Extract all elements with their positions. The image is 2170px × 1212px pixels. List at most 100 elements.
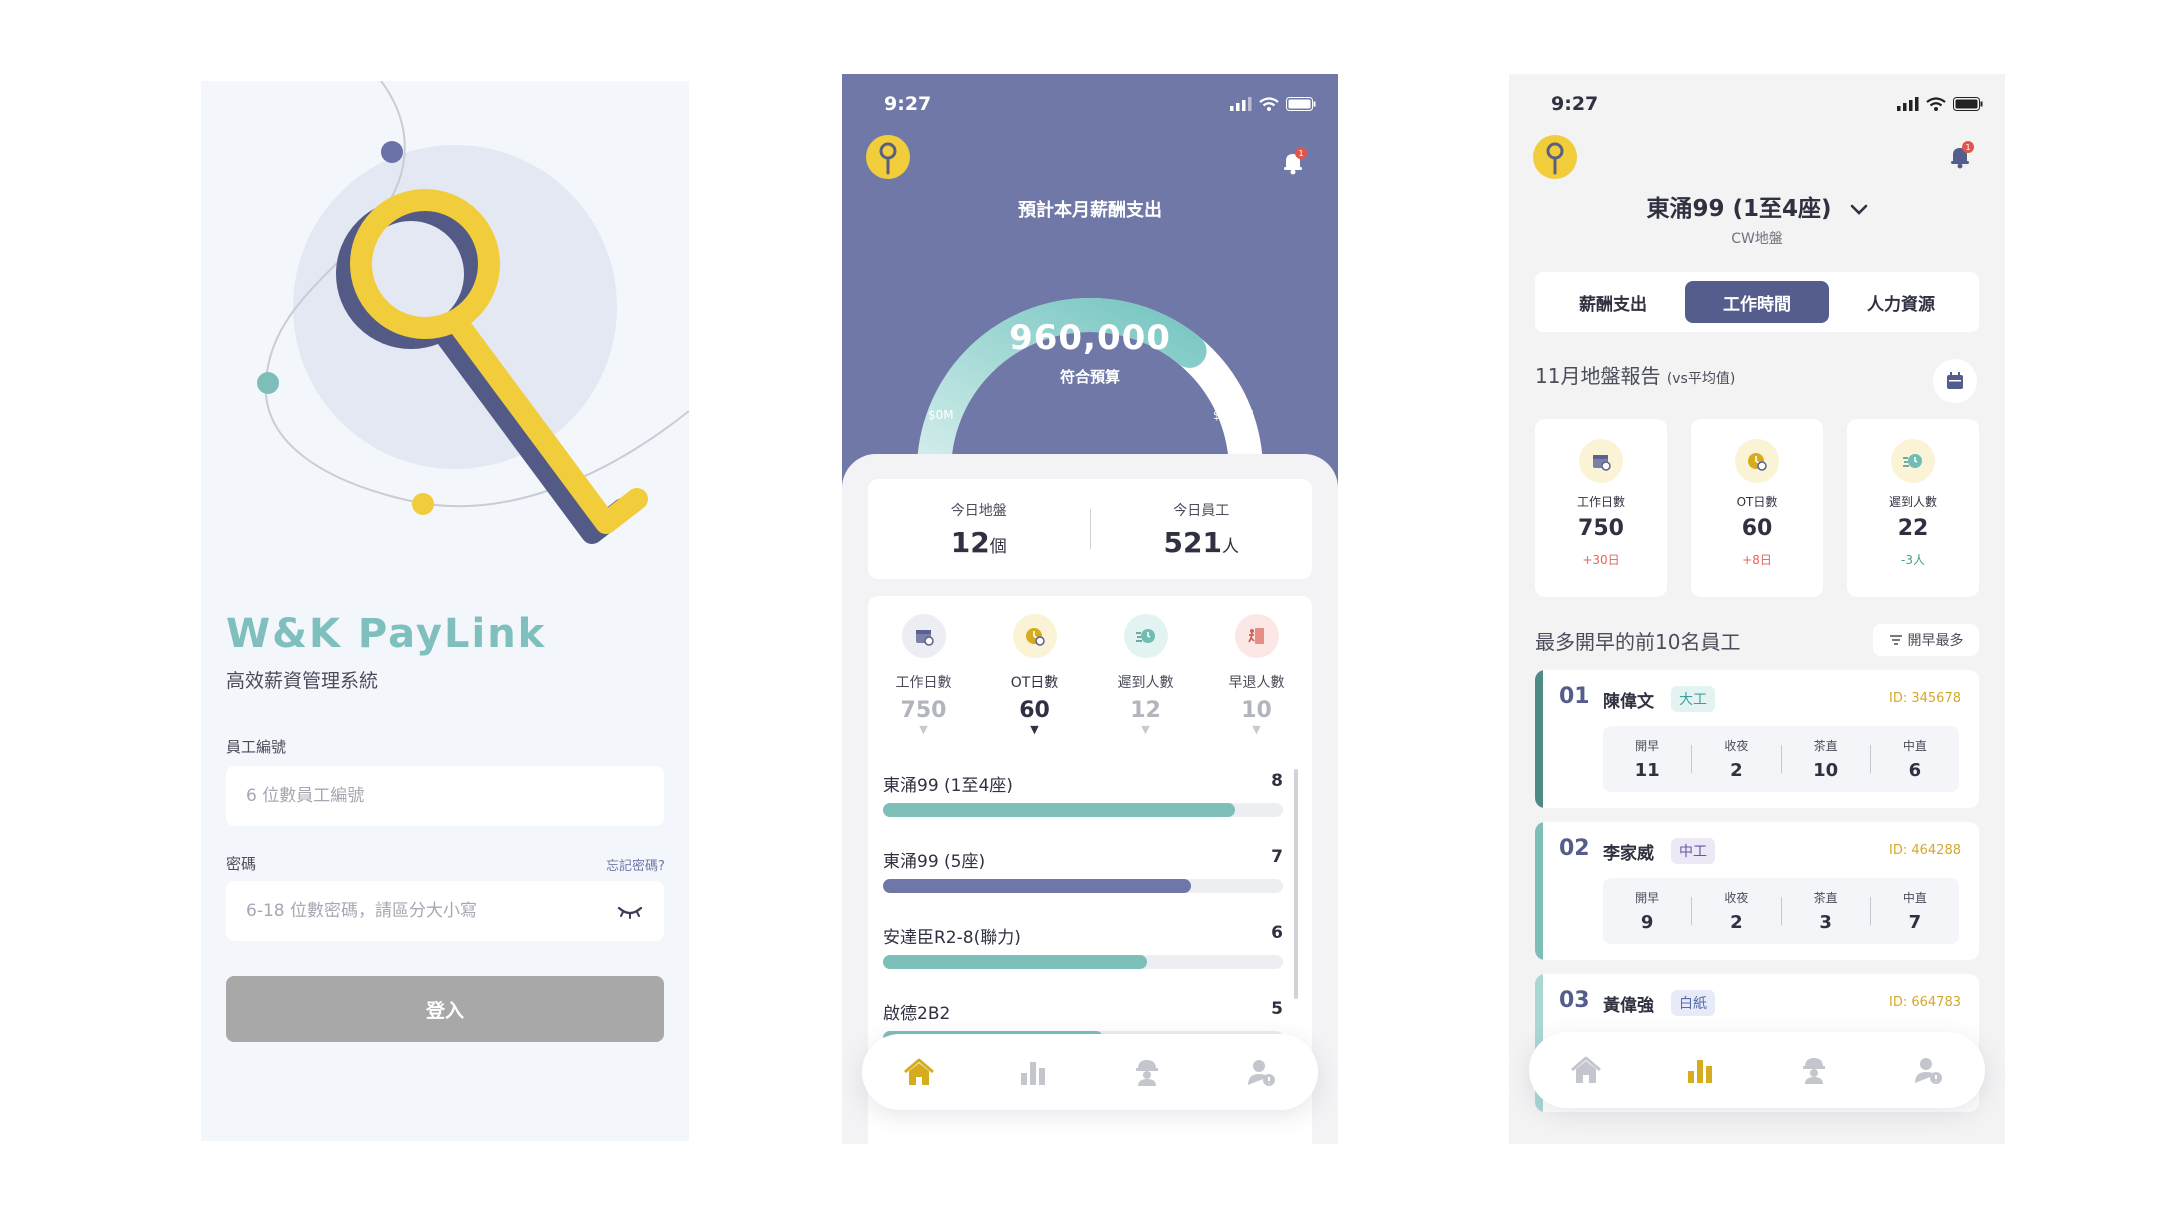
caret-down-icon: ▼ bbox=[1141, 723, 1150, 736]
bottom-nav bbox=[862, 1034, 1318, 1110]
stat-value: 9 bbox=[1640, 912, 1654, 933]
app-logo[interactable] bbox=[866, 135, 910, 179]
gauge-max-label: $150M bbox=[1213, 408, 1254, 422]
notification-button[interactable]: 1 bbox=[1278, 146, 1310, 178]
site-bar-row[interactable]: 東涌99 (1至4座) 8 bbox=[883, 771, 1283, 847]
employee-rank: 02 bbox=[1559, 836, 1590, 861]
rank-accent bbox=[1535, 670, 1543, 808]
gauge-title: 預計本月薪酬支出 bbox=[1018, 200, 1162, 221]
rank-accent bbox=[1535, 822, 1543, 960]
today-sites-unit: 個 bbox=[989, 536, 1007, 557]
home-icon[interactable] bbox=[1568, 1052, 1604, 1088]
stat-ot-days[interactable]: OT日數 60 ▼ bbox=[979, 614, 1090, 736]
forgot-password-link[interactable]: 忘記密碼? bbox=[606, 855, 665, 874]
stat-work-days[interactable]: 工作日數 750 ▼ bbox=[868, 614, 979, 736]
metric-value: 60 bbox=[1741, 516, 1773, 541]
site-name: 東涌99 (5座) bbox=[883, 852, 986, 872]
eye-closed-icon[interactable] bbox=[616, 901, 644, 921]
scrollbar[interactable] bbox=[1294, 769, 1298, 999]
battery-icon bbox=[1286, 97, 1316, 111]
worker-icon[interactable] bbox=[1129, 1054, 1165, 1090]
sort-icon bbox=[1889, 635, 1902, 645]
metric-delta: +30日 bbox=[1582, 553, 1620, 567]
stat-value: 6 bbox=[1908, 760, 1922, 781]
today-sites-label: 今日地盤 bbox=[950, 502, 1007, 519]
metric-ot-days[interactable]: OT日數 60 +8日 bbox=[1691, 419, 1823, 597]
app-logo[interactable] bbox=[1533, 135, 1577, 179]
worker-icon[interactable] bbox=[1796, 1052, 1832, 1088]
site-bar-list: 東涌99 (1至4座) 8 東涌99 (5座) 7 安達臣R2-8(聯力) 6 … bbox=[883, 771, 1283, 1075]
stat-label: 茶直 bbox=[1813, 739, 1838, 753]
today-sites-value: 12 bbox=[950, 525, 990, 559]
stat-value: 11 bbox=[1634, 760, 1660, 781]
tab-hr[interactable]: 人力資源 bbox=[1829, 281, 1973, 323]
profile-icon[interactable] bbox=[1910, 1052, 1946, 1088]
signal-icon bbox=[1897, 97, 1919, 111]
grade-badge: 大工 bbox=[1671, 686, 1715, 712]
employee-card[interactable]: 02 李家威 中工 ID: 464288 開早 9 收夜 2 茶直 3 中直 7 bbox=[1535, 822, 1979, 960]
wifi-icon bbox=[1259, 97, 1279, 111]
today-summary-card: 今日地盤 12個 今日員工 521人 bbox=[868, 479, 1312, 579]
chevron-down-icon bbox=[1850, 196, 1868, 222]
notification-button[interactable]: 1 bbox=[1945, 140, 1977, 172]
site-name: 啟德2B2 bbox=[883, 1004, 951, 1024]
key-illustration bbox=[257, 81, 689, 544]
profile-icon[interactable] bbox=[1243, 1054, 1279, 1090]
stat-label: 開早 bbox=[1635, 891, 1660, 905]
stat-value: 60 bbox=[1019, 698, 1050, 723]
metric-late-count[interactable]: 遲到人數 22 -3人 bbox=[1847, 419, 1979, 597]
caret-down-icon: ▼ bbox=[919, 723, 928, 736]
employee-rank: 03 bbox=[1559, 988, 1590, 1013]
bar-track bbox=[883, 803, 1283, 817]
calendar-button[interactable] bbox=[1933, 359, 1977, 403]
notification-badge: 1 bbox=[1965, 143, 1970, 152]
grade-badge: 白紙 bbox=[1671, 990, 1715, 1016]
stat-late-count[interactable]: 遲到人數 12 ▼ bbox=[1090, 614, 1201, 736]
site-selector[interactable]: 東涌99 (1至4座) bbox=[1509, 189, 2005, 223]
site-bar-row[interactable]: 安達臣R2-8(聯力) 6 bbox=[883, 923, 1283, 999]
bar-fill bbox=[883, 803, 1235, 817]
password-label: 密碼 bbox=[226, 855, 257, 873]
metric-label: 工作日數 bbox=[1576, 495, 1625, 509]
stat-label: 收夜 bbox=[1724, 891, 1749, 905]
site-name: 東涌99 (1至4座) bbox=[883, 776, 1013, 796]
bar-fill bbox=[883, 879, 1191, 893]
today-sites: 今日地盤 12個 bbox=[868, 500, 1090, 559]
employee-name: 陳偉文 bbox=[1603, 692, 1654, 712]
stat-value: 12 bbox=[1130, 698, 1161, 723]
tab-work-time[interactable]: 工作時間 bbox=[1685, 281, 1829, 323]
home-icon[interactable] bbox=[901, 1054, 937, 1090]
sort-button[interactable]: 開早最多 bbox=[1873, 624, 1979, 656]
report-tabs: 薪酬支出 工作時間 人力資源 bbox=[1535, 272, 1979, 332]
site-bar-row[interactable]: 東涌99 (5座) 7 bbox=[883, 847, 1283, 923]
report-title-note: (vs平均值) bbox=[1666, 371, 1736, 387]
stat-selector: 工作日數 750 ▼ OT日數 60 ▼ 遲到人數 12 ▼ 早退人數 10 ▼ bbox=[868, 614, 1312, 736]
gauge-min-label: $0M bbox=[928, 408, 954, 422]
chart-icon[interactable] bbox=[1015, 1054, 1051, 1090]
top-employees-title: 最多開早的前10名員工 bbox=[1535, 630, 1741, 654]
employee-card[interactable]: 01 陳偉文 大工 ID: 345678 開早 11 收夜 2 茶直 10 中直 6 bbox=[1535, 670, 1979, 808]
wifi-icon bbox=[1926, 97, 1946, 111]
employee-id-field[interactable] bbox=[226, 766, 664, 826]
bell-icon: 1 bbox=[1284, 147, 1307, 175]
login-button[interactable]: 登入 bbox=[226, 976, 664, 1042]
employee-id-input[interactable] bbox=[246, 786, 644, 806]
brand-subtitle: 高效薪資管理系統 bbox=[226, 670, 379, 692]
password-input[interactable] bbox=[246, 901, 616, 921]
stat-early-leave-count[interactable]: 早退人數 10 ▼ bbox=[1201, 614, 1312, 736]
today-staff-value: 521 bbox=[1163, 525, 1222, 559]
employee-id: ID: 664783 bbox=[1889, 995, 1961, 1010]
employee-stats: 開早 11 收夜 2 茶直 10 中直 6 bbox=[1603, 726, 1959, 792]
status-bar: 9:27 bbox=[842, 74, 1338, 134]
chart-icon[interactable] bbox=[1682, 1052, 1718, 1088]
stat-label: 早退人數 bbox=[1228, 675, 1285, 691]
overtime-clock-icon bbox=[1012, 614, 1057, 658]
metric-work-days[interactable]: 工作日數 750 +30日 bbox=[1535, 419, 1667, 597]
tab-payroll[interactable]: 薪酬支出 bbox=[1541, 281, 1685, 323]
password-field[interactable] bbox=[226, 881, 664, 941]
status-time: 9:27 bbox=[884, 93, 932, 115]
metric-label: 遲到人數 bbox=[1888, 495, 1937, 509]
bar-fill bbox=[883, 955, 1147, 969]
stat-label: 開早 bbox=[1635, 739, 1660, 753]
today-staff-unit: 人 bbox=[1221, 536, 1239, 557]
